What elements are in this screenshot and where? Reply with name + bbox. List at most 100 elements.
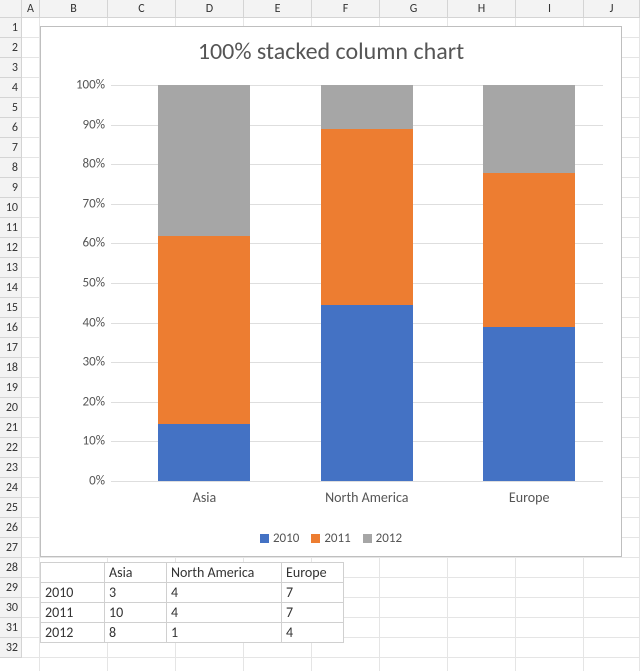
col-header-E[interactable]: E — [244, 0, 312, 18]
row-header-1[interactable]: 1 — [0, 18, 22, 38]
row-header-13[interactable]: 13 — [0, 258, 22, 278]
table-cell[interactable]: 2012 — [41, 623, 105, 643]
bar-seg-2010 — [158, 424, 250, 481]
table-cell[interactable]: 2011 — [41, 603, 105, 623]
bar-seg-2011 — [483, 173, 575, 327]
chart-title: 100% stacked column chart — [41, 37, 621, 66]
y-tick: 0% — [45, 474, 105, 489]
table-cell[interactable]: 7 — [282, 603, 344, 623]
y-tick: 60% — [45, 236, 105, 251]
spreadsheet[interactable]: ABCDEFGHIJ 12345678910111213141516171819… — [0, 0, 640, 671]
row-header-31[interactable]: 31 — [0, 618, 22, 638]
col-header-G[interactable]: G — [380, 0, 448, 18]
row-header-26[interactable]: 26 — [0, 518, 22, 538]
bar-seg-2011 — [321, 129, 413, 305]
row-header-15[interactable]: 15 — [0, 298, 22, 318]
row-header-12[interactable]: 12 — [0, 238, 22, 258]
y-tick: 70% — [45, 196, 105, 211]
table-cell[interactable]: 8 — [105, 623, 167, 643]
chart-plot-area: 0%10%20%30%40%50%60%70%80%90%100%AsiaNor… — [111, 85, 603, 481]
chart-legend: 2010 2011 2012 — [41, 531, 621, 546]
row-header-28[interactable]: 28 — [0, 558, 22, 578]
legend-item-2012: 2012 — [363, 531, 402, 546]
table-header-cell[interactable] — [41, 563, 105, 583]
bar-seg-2012 — [158, 85, 250, 236]
x-category-label: Asia — [129, 489, 279, 506]
y-tick: 90% — [45, 117, 105, 132]
chart-object[interactable]: 100% stacked column chart 0%10%20%30%40%… — [40, 26, 622, 557]
y-tick: 10% — [45, 434, 105, 449]
legend-label: 2012 — [376, 531, 402, 546]
row-header-22[interactable]: 22 — [0, 438, 22, 458]
y-tick: 20% — [45, 394, 105, 409]
table-cell[interactable]: 4 — [167, 583, 282, 603]
data-table[interactable]: AsiaNorth AmericaEurope20103472011104720… — [40, 562, 344, 643]
col-header-J[interactable]: J — [584, 0, 640, 18]
row-header-25[interactable]: 25 — [0, 498, 22, 518]
row-header-2[interactable]: 2 — [0, 38, 22, 58]
table-cell[interactable]: 1 — [167, 623, 282, 643]
bar-europe[interactable] — [483, 85, 575, 481]
legend-swatch-icon — [260, 534, 269, 543]
y-tick: 50% — [45, 276, 105, 291]
row-header-9[interactable]: 9 — [0, 178, 22, 198]
row-header-17[interactable]: 17 — [0, 338, 22, 358]
table-cell[interactable]: 2010 — [41, 583, 105, 603]
col-header-D[interactable]: D — [176, 0, 244, 18]
x-category-label: Europe — [454, 489, 604, 506]
table-header-cell[interactable]: North America — [167, 563, 282, 583]
row-header-32[interactable]: 32 — [0, 638, 22, 658]
col-header-F[interactable]: F — [312, 0, 380, 18]
y-tick: 30% — [45, 355, 105, 370]
table-cell[interactable]: 3 — [105, 583, 167, 603]
table-cell[interactable]: 4 — [282, 623, 344, 643]
table-cell[interactable]: 4 — [167, 603, 282, 623]
row-header-30[interactable]: 30 — [0, 598, 22, 618]
table-header-cell[interactable]: Asia — [105, 563, 167, 583]
row-header-4[interactable]: 4 — [0, 78, 22, 98]
y-tick: 100% — [45, 78, 105, 93]
row-header-21[interactable]: 21 — [0, 418, 22, 438]
row-header-3[interactable]: 3 — [0, 58, 22, 78]
legend-label: 2010 — [273, 531, 299, 546]
legend-swatch-icon — [311, 534, 320, 543]
col-header-B[interactable]: B — [40, 0, 108, 18]
row-header-8[interactable]: 8 — [0, 158, 22, 178]
legend-item-2010: 2010 — [260, 531, 299, 546]
col-header-I[interactable]: I — [516, 0, 584, 18]
bar-seg-2010 — [321, 305, 413, 481]
row-header-10[interactable]: 10 — [0, 198, 22, 218]
bar-north-america[interactable] — [321, 85, 413, 481]
legend-label: 2011 — [324, 531, 350, 546]
table-cell[interactable]: 7 — [282, 583, 344, 603]
bar-seg-2012 — [321, 85, 413, 129]
row-header-6[interactable]: 6 — [0, 118, 22, 138]
legend-swatch-icon — [363, 534, 372, 543]
row-header-7[interactable]: 7 — [0, 138, 22, 158]
table-header-cell[interactable]: Europe — [282, 563, 344, 583]
legend-item-2011: 2011 — [311, 531, 350, 546]
row-header-23[interactable]: 23 — [0, 458, 22, 478]
col-header-A[interactable]: A — [22, 0, 40, 18]
select-all-corner[interactable] — [0, 0, 22, 18]
y-tick: 80% — [45, 157, 105, 172]
row-header-14[interactable]: 14 — [0, 278, 22, 298]
row-header-16[interactable]: 16 — [0, 318, 22, 338]
bar-seg-2012 — [483, 85, 575, 173]
row-header-20[interactable]: 20 — [0, 398, 22, 418]
row-header-29[interactable]: 29 — [0, 578, 22, 598]
table-cell[interactable]: 10 — [105, 603, 167, 623]
y-tick: 40% — [45, 315, 105, 330]
bar-seg-2010 — [483, 327, 575, 481]
row-header-11[interactable]: 11 — [0, 218, 22, 238]
col-header-C[interactable]: C — [108, 0, 176, 18]
bar-asia[interactable] — [158, 85, 250, 481]
row-header-24[interactable]: 24 — [0, 478, 22, 498]
row-header-19[interactable]: 19 — [0, 378, 22, 398]
col-header-H[interactable]: H — [448, 0, 516, 18]
bar-seg-2011 — [158, 236, 250, 425]
row-header-27[interactable]: 27 — [0, 538, 22, 558]
x-category-label: North America — [292, 489, 442, 506]
row-header-5[interactable]: 5 — [0, 98, 22, 118]
row-header-18[interactable]: 18 — [0, 358, 22, 378]
